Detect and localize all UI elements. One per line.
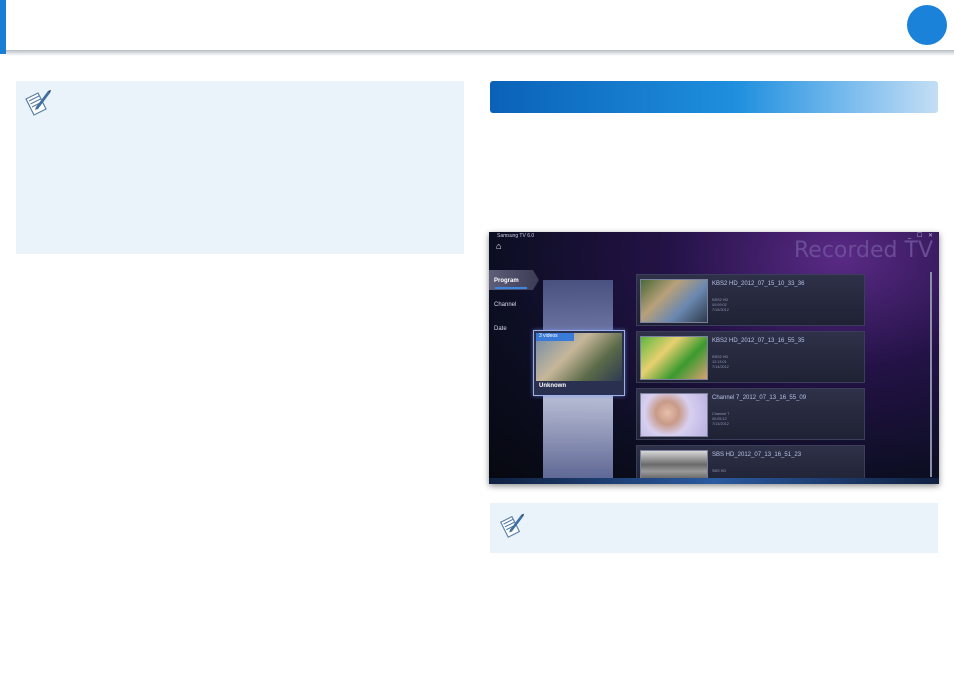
tv-nav-program[interactable]: Program <box>494 278 519 284</box>
tv-nav-channel[interactable]: Channel <box>494 302 516 308</box>
recording-card[interactable]: KBS2 HD_2012_07_13_16_55_35 KBS2 HD 12:1… <box>636 331 865 383</box>
note-box <box>490 503 938 553</box>
home-icon[interactable]: ⌂ <box>496 241 501 251</box>
tv-nav-underline <box>495 287 527 289</box>
recording-thumbnail <box>640 279 708 323</box>
page-number-badge <box>907 5 947 45</box>
header-divider <box>6 50 954 56</box>
pencil-note-icon <box>25 90 51 116</box>
recording-name: SBS HD_2012_07_13_16_51_23 <box>712 452 802 458</box>
page-accent-bar <box>0 0 6 54</box>
note-box <box>16 81 464 254</box>
recording-name: KBS2 HD_2012_07_15_10_33_36 <box>712 281 805 287</box>
tv-folder-unknown[interactable]: 3 videos Unknown <box>533 330 625 396</box>
tv-nav-date[interactable]: Date <box>494 326 507 332</box>
tv-page-title: Recorded TV <box>794 238 933 263</box>
recording-name: Channel 7_2012_07_13_16_55_09 <box>712 395 807 401</box>
recording-meta: SBS HD <box>712 469 727 473</box>
tv-folder-name: Unknown <box>539 383 566 389</box>
section-heading-bar <box>490 81 938 113</box>
recording-meta: KBS2 HD 12:13:01 7/14/2012 <box>712 355 729 369</box>
tv-window-title: Samsung TV 6.0 <box>497 233 535 239</box>
recording-name: KBS2 HD_2012_07_13_16_55_35 <box>712 338 805 344</box>
recording-card[interactable]: KBS2 HD_2012_07_15_10_33_36 KBS2 HD 00:0… <box>636 274 865 326</box>
recording-thumbnail <box>640 393 708 437</box>
tv-scrollbar[interactable] <box>930 272 932 477</box>
recording-meta: Channel 7 00:05:12 7/13/2012 <box>712 412 730 426</box>
tv-bottom-glow <box>489 478 939 484</box>
recording-card[interactable]: Channel 7_2012_07_13_16_55_09 Channel 7 … <box>636 388 865 440</box>
pencil-note-icon <box>499 513 525 538</box>
recorded-tv-screenshot: Samsung TV 6.0 _ ☐ ✕ ⌂ Recorded TV Progr… <box>489 232 939 484</box>
tv-folder-count: 3 videos <box>539 333 558 339</box>
recording-meta: KBS2 HD 00:09:02 7/15/2012 <box>712 298 729 312</box>
recording-thumbnail <box>640 336 708 380</box>
